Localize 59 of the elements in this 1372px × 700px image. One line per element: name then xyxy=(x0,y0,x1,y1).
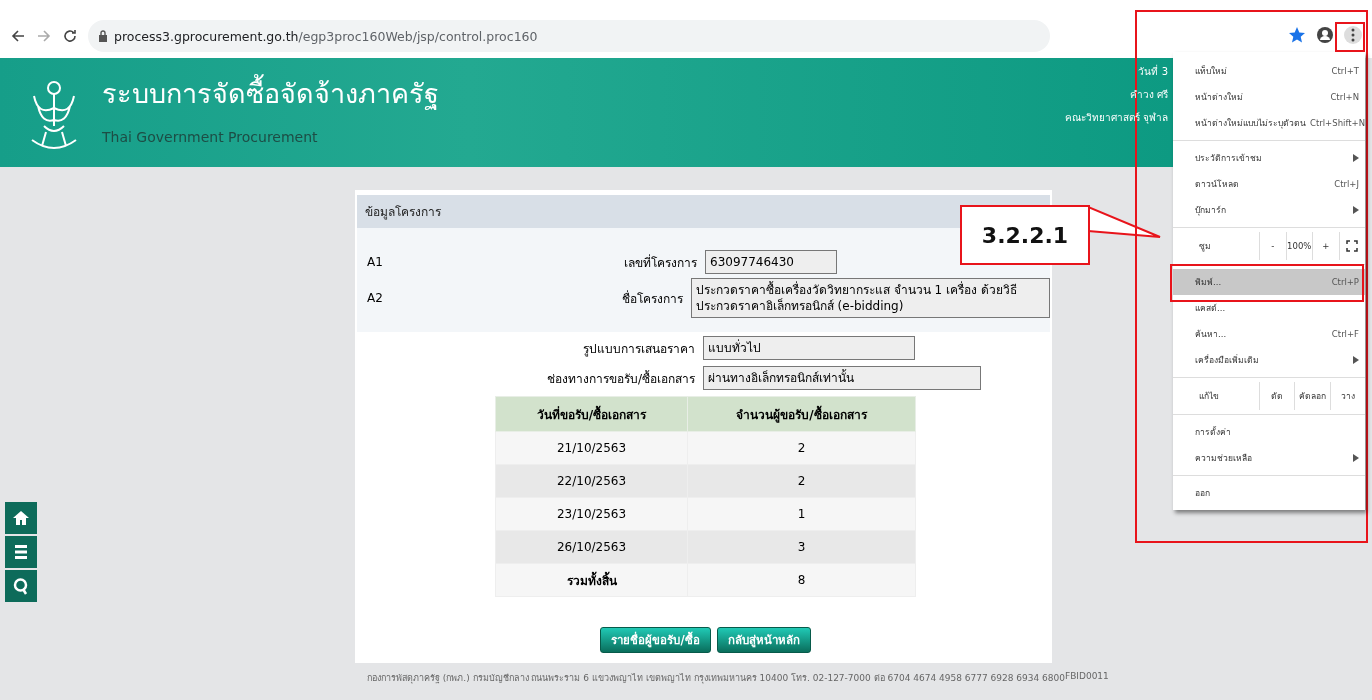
shortcut-label: Ctrl+P xyxy=(1331,277,1359,287)
page-code: FBID0011 xyxy=(1064,671,1109,683)
field-label: รูปแบบการเสนอราคา xyxy=(582,340,696,358)
table-cell: 1 xyxy=(687,497,916,531)
shortcut-label: Ctrl+N xyxy=(1330,92,1359,102)
menu-item[interactable]: ดาวน์โหลด Ctrl+J xyxy=(1173,171,1365,197)
field-label: ช่องทางการขอรับ/ซื้อเอกสาร xyxy=(545,369,696,388)
field-value: 63097746430 xyxy=(705,250,837,274)
menu-item[interactable]: เครื่องมือเพิ่มเติม xyxy=(1173,347,1365,373)
field-value: แบบทั่วไป xyxy=(703,336,915,360)
edit-label: แก้ไข xyxy=(1199,390,1220,403)
column-header: วันที่ขอรับ/ซื้อเอกสาร xyxy=(495,396,688,432)
menu-item[interactable]: บุ๊กมาร์ก xyxy=(1173,197,1365,223)
table-cell: 26/10/2563 xyxy=(495,530,688,564)
shortcut-label: Ctrl+T xyxy=(1331,66,1359,76)
shortcut-label: Ctrl+Shift+N xyxy=(1310,118,1366,128)
back-home-button[interactable]: กลับสู่หน้าหลัก xyxy=(716,627,811,653)
menu-item[interactable]: การตั้งค่า xyxy=(1173,419,1365,445)
total-cell: รวมทั้งสิ้น xyxy=(495,563,688,597)
field-label: เลขที่โครงการ xyxy=(623,253,698,272)
menu-item[interactable]: ออก xyxy=(1173,480,1365,506)
edit-action-button[interactable]: วาง xyxy=(1329,382,1365,410)
address-bar[interactable]: process3.gprocurement.go.th/egp3proc160Web/jsp/control.proc160 xyxy=(88,20,1050,52)
edit-action-button[interactable]: คัดลอก xyxy=(1294,382,1330,410)
field-code: A2 xyxy=(366,291,384,305)
table-cell: 2 xyxy=(687,464,916,498)
zoom-level: 100% xyxy=(1285,232,1312,260)
field-code: A1 xyxy=(366,255,384,269)
table-cell: 2 xyxy=(687,431,916,465)
menu-item[interactable]: หน้าต่างใหม่แบบไม่ระบุตัวตน Ctrl+Shift+N xyxy=(1173,110,1365,136)
menu-item[interactable]: ประวัติการเข้าชม xyxy=(1173,145,1365,171)
table-cell: 23/10/2563 xyxy=(495,497,688,531)
menu-item[interactable]: หน้าต่างใหม่ Ctrl+N xyxy=(1173,84,1365,110)
shortcut-label: Ctrl+J xyxy=(1334,179,1359,189)
column-header: จำนวนผู้ขอรับ/ซื้อเอกสาร xyxy=(687,396,916,432)
field-value: ประกวดราคาซื้อเครื่องวัดวิทยากระแส จำนวน 1 เครื่อง ด้วยวิธีประกวดราคาอิเล็กทรอนิกส์ (e-bidding) xyxy=(690,278,1050,318)
section-title: ข้อมูลโครงการ xyxy=(357,195,1050,228)
menu-item[interactable]: พิมพ์... Ctrl+P xyxy=(1173,269,1365,295)
zoom-in-button[interactable]: + xyxy=(1312,232,1339,260)
url-path: /egp3proc160Web/jsp/control.proc160 xyxy=(298,28,538,44)
edit-action-button[interactable]: ตัด xyxy=(1259,382,1295,410)
footer-text: กองการพัสดุภาครัฐ (กพภ.) กรมบัญชีกลาง ถนนพระราม 6 แขวงพญาไท เขตพญาไท กรุงเทพมหานคร 10400 โทร. 02-127-7000 ต่อ 6704 4674 4958 6777 6928 6934 6800 xyxy=(367,673,1065,685)
zoom-out-button[interactable]: - xyxy=(1259,232,1286,260)
site-subtitle: Thai Government Procurement xyxy=(102,129,319,145)
field-label: ชื่อโครงการ xyxy=(620,289,684,308)
field-value: ผ่านทางอิเล็กทรอนิกส์เท่านั้น xyxy=(703,366,981,390)
shortcut-label: Ctrl+F xyxy=(1331,329,1359,339)
user-info-text: วันที่ 3 xyxy=(1138,64,1168,79)
menu-item[interactable]: ค้นหา... Ctrl+F xyxy=(1173,321,1365,347)
zoom-label: ซูม xyxy=(1199,240,1212,253)
site-title: ระบบการจัดซื้อจัดจ้างภาครัฐ xyxy=(102,72,439,115)
menu-item[interactable]: แคสต์... xyxy=(1173,295,1365,321)
menu-item[interactable]: ความช่วยเหลือ xyxy=(1173,445,1365,471)
menu-item[interactable]: แท็บใหม่ Ctrl+T xyxy=(1173,58,1365,84)
total-cell: 8 xyxy=(687,563,916,597)
table-cell: 3 xyxy=(687,530,916,564)
table-cell: 21/10/2563 xyxy=(495,431,688,465)
url-host: process3.gprocurement.go.th xyxy=(114,28,299,44)
table-cell: 22/10/2563 xyxy=(495,464,688,498)
